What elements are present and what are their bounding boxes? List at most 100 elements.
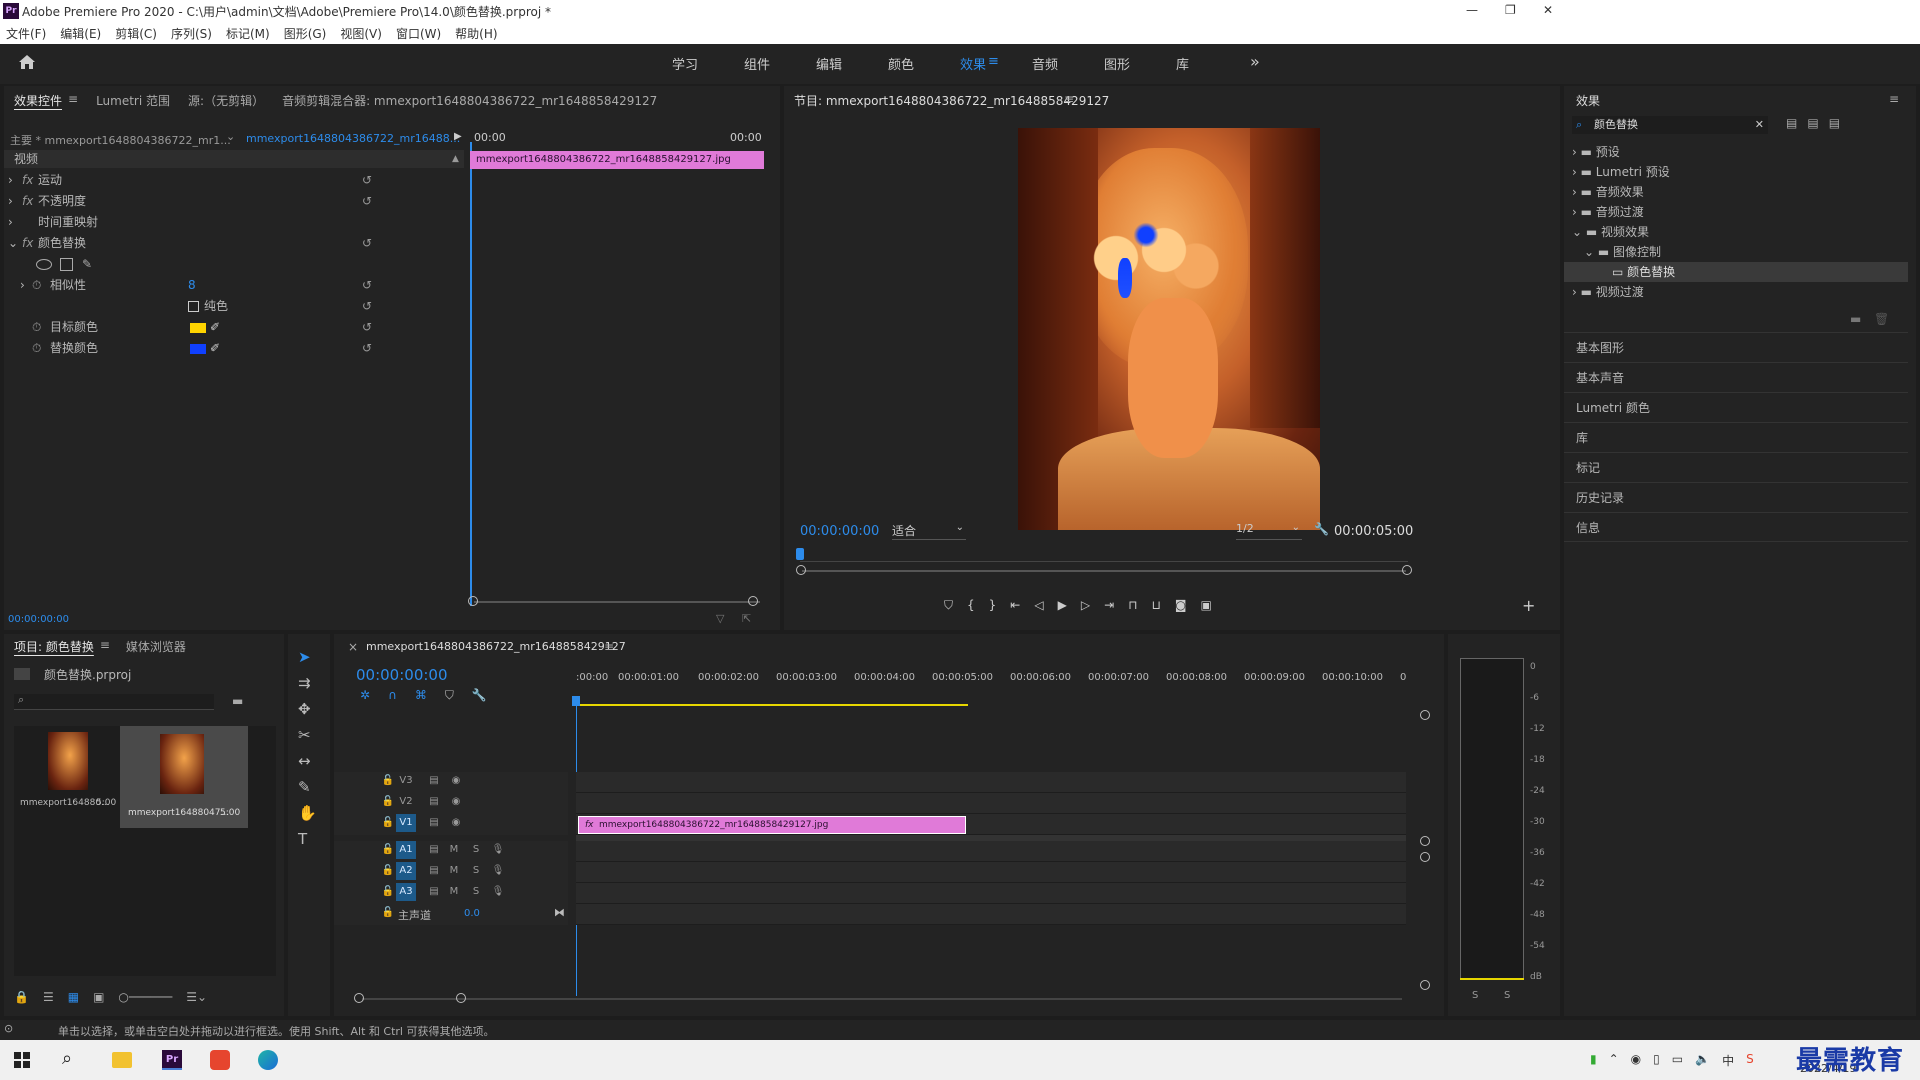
linked-selection-icon[interactable]: ⌘ bbox=[415, 688, 427, 703]
track-label-targeted[interactable]: V1 bbox=[396, 814, 416, 832]
reset-icon[interactable]: ↺ bbox=[362, 170, 372, 191]
eye-icon[interactable]: ◉ bbox=[446, 814, 466, 832]
step-forward-icon[interactable]: ▷ bbox=[1081, 598, 1090, 613]
type-tool-icon[interactable]: T bbox=[298, 830, 317, 848]
lane-v2[interactable] bbox=[576, 793, 1406, 814]
tab-lumetri-scopes[interactable]: Lumetri 范围 bbox=[96, 92, 170, 109]
ws-learn[interactable]: 学习 bbox=[672, 54, 744, 73]
ec-row-solid[interactable]: 纯色 ↺ bbox=[4, 296, 464, 317]
eyedropper-icon[interactable]: ✐ bbox=[210, 317, 220, 338]
track-label[interactable]: A2 bbox=[396, 862, 416, 880]
yuv-effects-icon[interactable]: ▤ bbox=[1829, 116, 1840, 130]
scroll-handle-left[interactable] bbox=[468, 596, 478, 606]
expand-chevron-icon[interactable]: › bbox=[8, 191, 13, 212]
section-lumetri-color[interactable]: Lumetri 颜色 bbox=[1564, 392, 1908, 422]
list-view-icon[interactable]: ☰ bbox=[43, 990, 54, 1004]
replace-color-swatch[interactable] bbox=[190, 344, 206, 354]
scroll-handle-left[interactable] bbox=[354, 993, 364, 1003]
sync-lock-icon[interactable]: ▤ bbox=[424, 793, 444, 811]
mark-in-icon[interactable]: { bbox=[967, 598, 975, 613]
eyedropper-icon[interactable]: ✐ bbox=[210, 338, 220, 359]
eye-icon[interactable]: ◉ bbox=[446, 772, 466, 790]
sync-lock-icon[interactable]: ▤ bbox=[424, 772, 444, 790]
ripple-edit-tool-icon[interactable]: ✥ bbox=[298, 700, 317, 718]
solo-button[interactable]: S bbox=[466, 862, 486, 880]
reset-icon[interactable]: ↺ bbox=[362, 275, 372, 296]
reset-icon[interactable]: ↺ bbox=[362, 233, 372, 254]
compare-icon[interactable]: ▣ bbox=[1201, 598, 1212, 613]
tree-item-audio-transitions[interactable]: › ▬ 音频过渡 bbox=[1564, 202, 1908, 222]
sequence-clip-label[interactable]: mmexport1648804386722_mr16488... bbox=[246, 132, 460, 145]
nest-icon[interactable]: ✲ bbox=[360, 688, 370, 703]
pen-mask-icon[interactable]: ✎ bbox=[82, 254, 92, 275]
sync-lock-icon[interactable]: ▤ bbox=[424, 841, 444, 859]
reset-icon[interactable]: ↺ bbox=[362, 191, 372, 212]
network-icon[interactable]: ▭ bbox=[1672, 1052, 1683, 1069]
ec-row-time-remap[interactable]: › 时间重映射 bbox=[4, 212, 464, 233]
track-label[interactable]: A3 bbox=[396, 883, 416, 901]
program-scrollbar[interactable] bbox=[802, 570, 1406, 572]
mute-button[interactable]: M bbox=[444, 841, 464, 859]
tree-item-image-control[interactable]: ⌄ ▬ 图像控制 bbox=[1564, 242, 1908, 262]
collapse-chevron-icon[interactable]: ⌄ bbox=[8, 233, 18, 254]
ec-row-color-replace[interactable]: ⌄ fx 颜色替换 ↺ bbox=[4, 233, 464, 254]
input-method-icon[interactable]: 中 bbox=[1722, 1052, 1734, 1069]
ws-effects-menu-icon[interactable]: ≡ bbox=[988, 54, 1032, 73]
tab-source[interactable]: 源:（无剪辑） bbox=[188, 92, 264, 109]
track-label[interactable]: A1 bbox=[396, 841, 416, 859]
ellipse-mask-icon[interactable] bbox=[36, 259, 52, 270]
add-marker-icon[interactable]: ⛉ bbox=[944, 598, 953, 613]
lock-icon[interactable]: 🔓 bbox=[378, 814, 398, 832]
track-select-tool-icon[interactable]: ⇉ bbox=[298, 674, 317, 692]
menu-help[interactable]: 帮助(H) bbox=[455, 27, 497, 41]
fit-dropdown[interactable]: 适合 ⌄ bbox=[892, 522, 966, 540]
tree-item-presets[interactable]: › ▬ 预设 bbox=[1564, 142, 1908, 162]
solo-right-button[interactable]: S bbox=[1504, 990, 1510, 1001]
lane-master[interactable] bbox=[576, 904, 1406, 925]
ec-row-replace-color[interactable]: ⏱ 替换颜色 ✐ ↺ bbox=[4, 338, 464, 359]
master-clip-label[interactable]: 主要 * mmexport1648804386722_mr1... bbox=[10, 132, 231, 148]
pen-tool-icon[interactable]: ✎ bbox=[298, 778, 317, 796]
edge-browser-icon[interactable] bbox=[258, 1050, 278, 1070]
lock-icon[interactable]: 🔓 bbox=[378, 793, 398, 811]
accelerated-effects-icon[interactable]: ▤ bbox=[1786, 116, 1797, 130]
tab-media-browser[interactable]: 媒体浏览器 bbox=[126, 638, 186, 655]
ec-row-similarity[interactable]: › ⏱ 相似性 8 ↺ bbox=[4, 275, 464, 296]
lock-icon[interactable]: 🔓 bbox=[378, 862, 398, 880]
sync-lock-icon[interactable]: ▤ bbox=[424, 883, 444, 901]
ws-libraries[interactable]: 库 bbox=[1176, 54, 1248, 73]
windows-start-icon[interactable] bbox=[14, 1052, 30, 1068]
lock-icon[interactable]: 🔒 bbox=[14, 990, 29, 1004]
microphone-icon[interactable]: 🎙 bbox=[488, 883, 508, 901]
lane-v3[interactable] bbox=[576, 772, 1406, 793]
file-explorer-icon[interactable] bbox=[112, 1052, 132, 1068]
clipboard-icon[interactable]: ▯ bbox=[1653, 1052, 1660, 1069]
ec-row-motion[interactable]: › fx 运动 ↺ bbox=[4, 170, 464, 191]
selection-tool-icon[interactable]: ➤ bbox=[298, 648, 317, 666]
track-label[interactable]: V3 bbox=[396, 772, 416, 790]
new-bin-icon[interactable]: ▬ bbox=[232, 694, 243, 708]
lane-v1[interactable]: fx mmexport1648804386722_mr1648858429127… bbox=[576, 814, 1406, 835]
menu-graphics[interactable]: 图形(G) bbox=[284, 27, 327, 41]
microphone-icon[interactable]: 🎙 bbox=[488, 841, 508, 859]
snap-magnet-icon[interactable]: ∩ bbox=[388, 688, 397, 703]
tree-item-audio-effects[interactable]: › ▬ 音频效果 bbox=[1564, 182, 1908, 202]
mute-button[interactable]: M bbox=[444, 883, 464, 901]
timeline-close-icon[interactable]: × bbox=[348, 640, 358, 654]
rectangle-mask-icon[interactable] bbox=[60, 258, 73, 271]
lane-a3[interactable] bbox=[576, 883, 1406, 904]
effects-search-field[interactable]: ⌕ 颜色替换 ✕ bbox=[1572, 116, 1768, 134]
ec-row-opacity[interactable]: › fx 不透明度 ↺ bbox=[4, 191, 464, 212]
ws-effects[interactable]: 效果 bbox=[960, 54, 988, 73]
menu-view[interactable]: 视图(V) bbox=[340, 27, 382, 41]
ec-zoom-scrollbar[interactable] bbox=[474, 601, 760, 603]
stopwatch-icon[interactable]: ⏱ bbox=[32, 317, 41, 338]
target-color-swatch[interactable] bbox=[190, 323, 206, 333]
new-bin-icon[interactable]: ▬ bbox=[1850, 312, 1861, 326]
project-search-field[interactable]: ⌕ bbox=[14, 693, 214, 710]
program-menu-icon[interactable]: ≡ bbox=[1064, 92, 1074, 106]
lock-icon[interactable]: 🔓 bbox=[378, 772, 398, 790]
more-workspaces-icon[interactable]: » bbox=[1250, 52, 1260, 71]
project-item-selected[interactable]: mmexport16488047... 5:00 bbox=[120, 726, 248, 828]
timeline-zoom-scrollbar[interactable] bbox=[362, 998, 1402, 1000]
